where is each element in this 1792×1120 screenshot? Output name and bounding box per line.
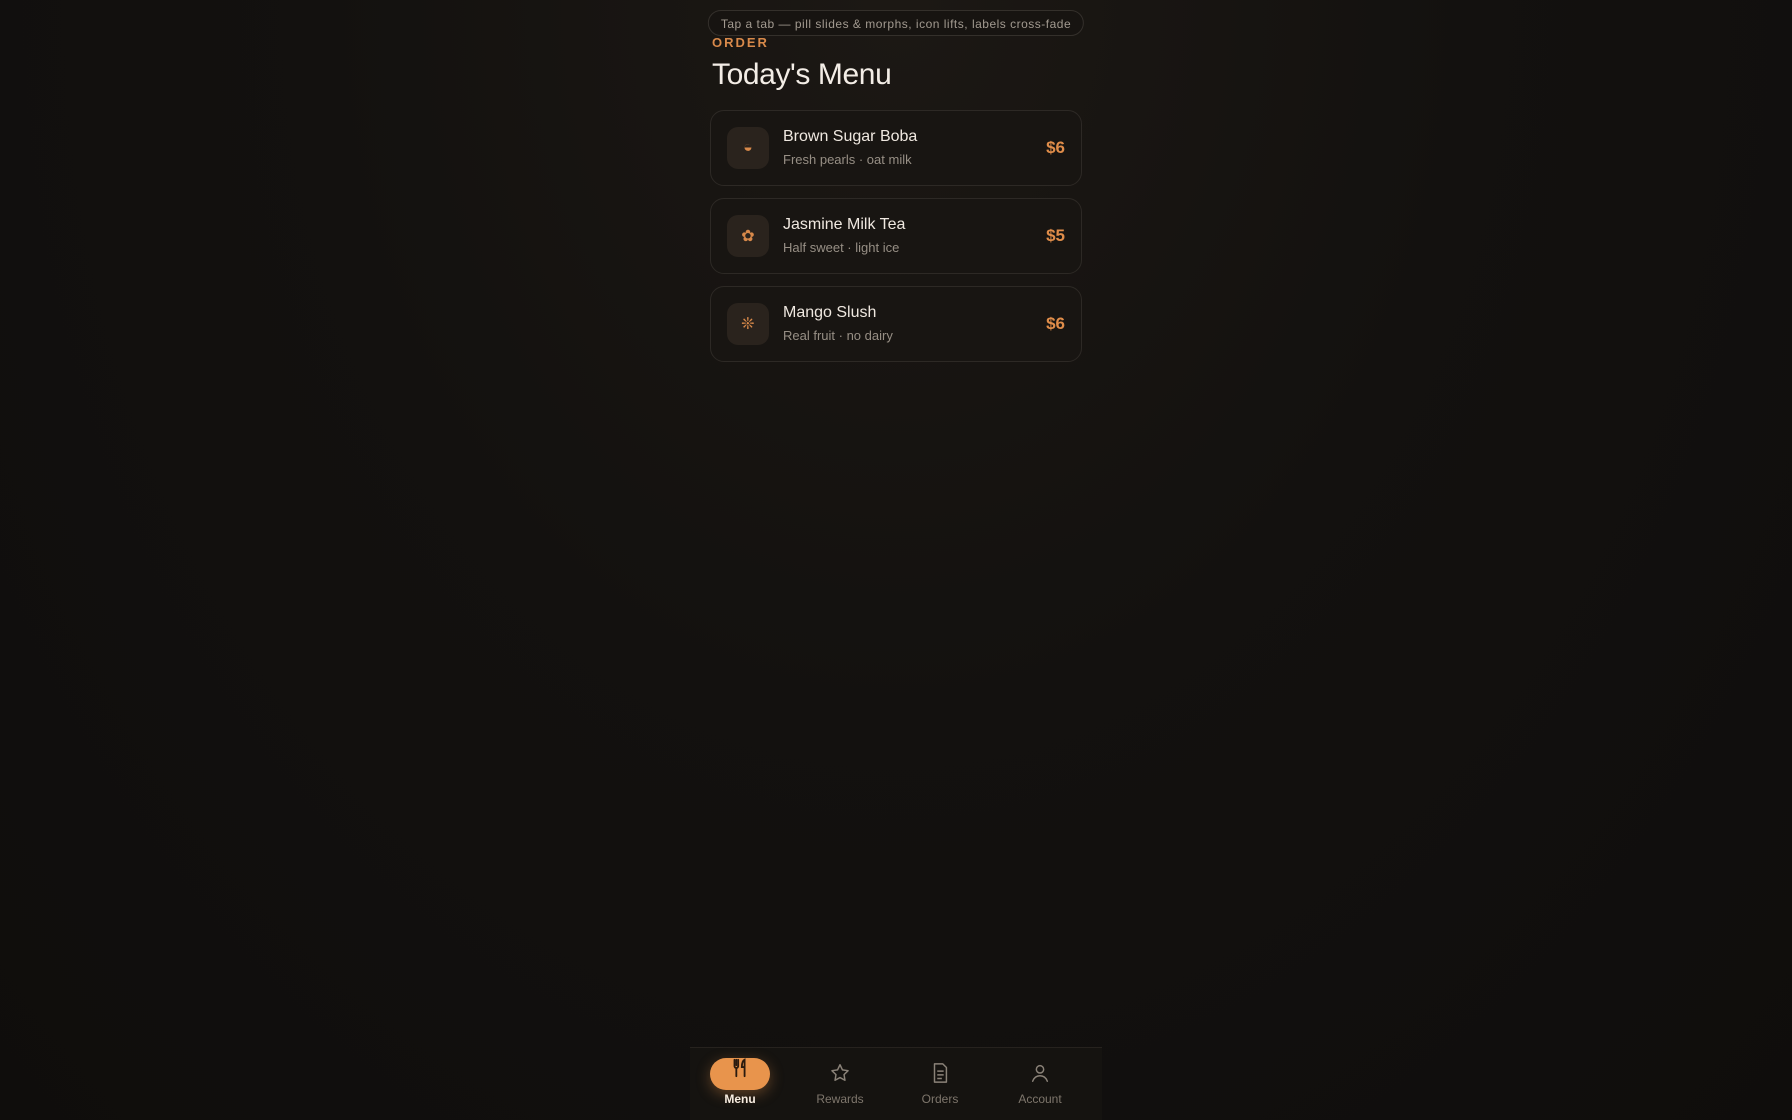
tab-label: Rewards	[816, 1092, 864, 1106]
app-screen: ORDER Today's Menu ◒ Brown Sugar Boba Fr…	[690, 0, 1102, 1120]
tab-label: Menu	[724, 1092, 756, 1106]
receipt-icon	[933, 1063, 948, 1083]
menu-item-brown-sugar-boba[interactable]: ◒ Brown Sugar Boba Fresh pearls · oat mi…	[710, 110, 1082, 186]
flower-icon: ✿	[727, 215, 769, 257]
tab-account[interactable]: Account	[990, 1048, 1090, 1120]
tab-menu[interactable]: Menu	[690, 1048, 790, 1120]
item-description: Fresh pearls · oat milk	[783, 152, 912, 167]
item-name: Jasmine Milk Tea	[783, 216, 906, 233]
item-description: Half sweet · light ice	[783, 240, 900, 255]
page-title: Today's Menu	[712, 58, 892, 91]
tab-orders[interactable]: Orders	[890, 1048, 990, 1120]
item-name: Mango Slush	[783, 304, 877, 321]
star-icon	[831, 1064, 849, 1081]
item-name: Brown Sugar Boba	[783, 128, 918, 145]
item-price: $6	[1046, 314, 1065, 333]
utensils-icon	[733, 1058, 746, 1078]
section-eyebrow: ORDER	[712, 35, 769, 50]
menu-item-jasmine-milk-tea[interactable]: ✿ Jasmine Milk Tea Half sweet · light ic…	[710, 198, 1082, 274]
item-price: $6	[1046, 138, 1065, 157]
item-price: $5	[1046, 226, 1065, 245]
tab-rewards[interactable]: Rewards	[790, 1048, 890, 1120]
menu-item-mango-slush[interactable]: ❊ Mango Slush Real fruit · no dairy $6	[710, 286, 1082, 362]
item-description: Real fruit · no dairy	[783, 328, 893, 343]
tab-label: Orders	[921, 1092, 959, 1106]
boba-icon: ◒	[727, 127, 769, 169]
menu-list: ◒ Brown Sugar Boba Fresh pearls · oat mi…	[710, 110, 1082, 374]
tab-label: Account	[1018, 1092, 1062, 1106]
sun-icon: ❊	[727, 303, 769, 345]
bottom-tab-bar: Menu Rewards Orders Account	[690, 1047, 1102, 1120]
user-icon	[1031, 1064, 1049, 1082]
